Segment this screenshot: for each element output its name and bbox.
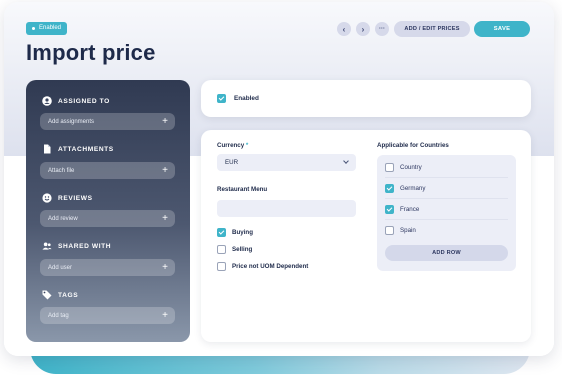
plus-icon[interactable]: + [162,210,168,227]
required-mark: * [245,142,249,149]
sidebar-section-title: TAGS [58,291,79,299]
currency-select[interactable]: EUR [217,154,356,171]
restaurant-menu-label: Restaurant Menu [217,186,268,193]
countries-list: Country Germany France Spain ADD ROW [377,155,516,271]
plus-icon[interactable]: + [162,162,168,179]
country-checkbox[interactable] [385,226,394,235]
enabled-label: Enabled [234,95,259,102]
sidebar: ASSIGNED TO Add assignments + ATTACHMENT… [26,80,190,342]
sidebar-section-title: REVIEWS [58,194,93,202]
page: Enabled Import price ‹ › ··· ADD / EDIT … [0,0,562,376]
country-name: Country [400,163,422,171]
input-placeholder: Attach file [48,167,75,174]
input-placeholder: Add assignments [48,118,95,125]
countries-label: Applicable for Countries [377,142,449,149]
previous-button[interactable]: ‹ [337,22,351,36]
input-placeholder: Add review [48,215,78,222]
next-button[interactable]: › [356,22,370,36]
buying-checkbox[interactable] [217,228,226,237]
tag-icon [42,290,52,300]
file-icon [42,144,52,154]
sidebar-section-shared: SHARED WITH [42,241,111,251]
country-name: Germany [400,184,426,192]
country-row[interactable]: Spain [385,220,508,241]
status-dot-icon [32,27,35,30]
add-review-input[interactable]: Add review + [40,210,175,227]
user-icon [42,96,52,106]
sidebar-section-title: ATTACHMENTS [58,145,114,153]
input-placeholder: Add user [48,264,73,271]
buying-option[interactable]: Buying [217,228,253,237]
chevron-left-icon: ‹ [342,24,346,34]
plus-icon[interactable]: + [162,113,168,130]
enabled-checkbox[interactable] [217,94,226,103]
status-badge-label: Enabled [39,25,62,31]
add-row-button[interactable]: ADD ROW [385,245,508,261]
selling-option[interactable]: Selling [217,245,252,254]
page-title: Import price [26,40,156,65]
input-placeholder: Add tag [48,312,69,319]
sidebar-section-tags: TAGS [42,290,78,300]
buying-label: Buying [232,229,253,236]
sidebar-section-reviews: REVIEWS [42,193,93,203]
country-checkbox[interactable] [385,183,394,193]
uom-label: Price not UOM Dependent [232,263,309,270]
save-button[interactable]: SAVE [474,21,530,37]
status-badge: Enabled [26,22,68,35]
smiley-icon [42,193,52,203]
enabled-panel: Enabled [201,80,531,117]
chevron-right-icon: › [361,24,365,34]
selling-checkbox[interactable] [217,245,226,254]
uom-option[interactable]: Price not UOM Dependent [217,262,308,271]
country-row[interactable]: Germany [385,178,508,199]
currency-label: Currency * [217,142,248,149]
add-tag-input[interactable]: Add tag + [40,307,175,324]
add-user-input[interactable]: Add user + [40,259,175,276]
sidebar-section-attachments: ATTACHMENTS [42,144,114,154]
country-row[interactable]: Country [385,157,508,178]
chevron-down-icon [343,158,349,164]
more-button[interactable]: ··· [375,22,389,36]
sidebar-section-title: SHARED WITH [58,242,112,250]
selling-label: Selling [232,246,253,253]
add-assignments-input[interactable]: Add assignments + [40,113,175,130]
attach-file-input[interactable]: Attach file + [40,162,175,179]
restaurant-menu-input[interactable] [217,200,356,217]
currency-label-text: Currency [217,142,245,149]
plus-icon[interactable]: + [162,307,168,324]
more-icon: ··· [379,26,385,32]
country-checkbox[interactable] [385,204,394,214]
currency-value: EUR [225,159,239,166]
add-edit-prices-button[interactable]: ADD / EDIT PRICES [394,21,470,37]
price-form-panel: Currency * EUR Restaurant Menu Buying Se… [201,130,531,342]
sidebar-section-assigned: ASSIGNED TO [42,96,110,106]
sidebar-section-title: ASSIGNED TO [58,97,110,105]
country-name: Spain [400,227,416,234]
users-icon [42,241,52,251]
country-checkbox[interactable] [385,162,394,172]
uom-checkbox[interactable] [217,262,226,271]
country-name: France [400,205,420,213]
plus-icon[interactable]: + [162,259,168,276]
enabled-toggle[interactable]: Enabled [217,94,259,103]
country-row[interactable]: France [385,199,508,220]
